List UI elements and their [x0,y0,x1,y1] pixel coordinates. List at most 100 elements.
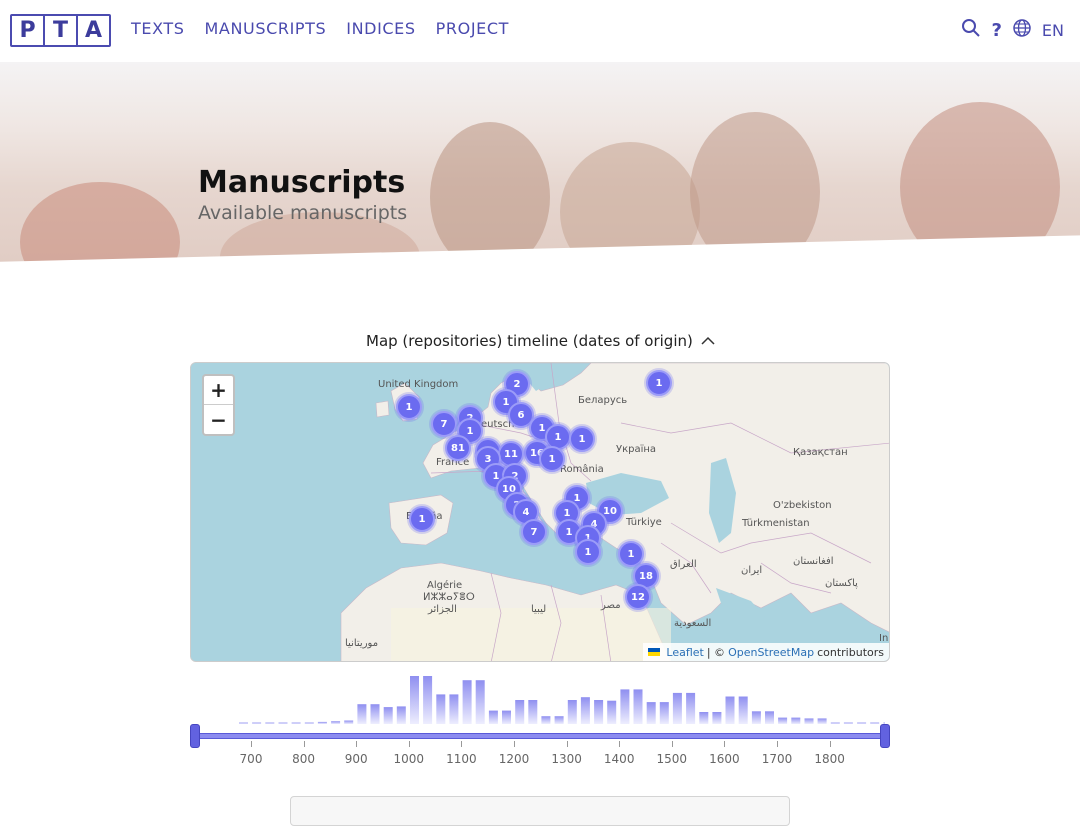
axis-tick-label: 1700 [761,752,793,766]
histogram-bar [396,706,406,724]
map-place-label: Türkmenistan [742,518,810,529]
header-tools: ? EN [961,18,1064,42]
globe-icon[interactable] [1012,18,1032,42]
axis-tick [777,741,778,747]
histogram-bar [304,722,314,724]
histogram-bar [646,702,656,724]
language-selector[interactable]: EN [1042,21,1064,40]
histogram-bar [541,716,551,724]
map-cluster-marker[interactable]: 81 [445,435,471,461]
help-button[interactable]: ? [991,20,1001,41]
top-header: P T A TEXTS MANUSCRIPTS INDICES PROJECT … [0,0,1080,62]
histogram-bar [620,689,630,724]
histogram-bar [580,697,590,724]
map-cluster-marker[interactable]: 1 [646,370,672,396]
timeline-histogram [239,676,885,724]
zoom-in-button[interactable]: + [204,376,233,405]
histogram-bar [751,711,761,724]
slider-track [195,733,885,739]
leaflet-link[interactable]: Leaflet [666,646,703,659]
histogram-bar [817,718,827,724]
histogram-bar [252,722,262,724]
histogram-bar [725,696,735,724]
attribution-separator: | © [706,645,726,659]
map-place-label: العراق [670,559,697,570]
histogram-bar [488,710,498,724]
map-place-label: الجزائر [428,604,457,615]
axis-tick-label: 1300 [551,752,582,766]
filter-box[interactable] [290,796,790,826]
map-cluster-marker[interactable]: 1 [569,426,595,452]
axis-tick [356,741,358,747]
axis-tick-label: 1100 [446,752,477,766]
histogram-bar [278,722,288,724]
nav-texts[interactable]: TEXTS [131,19,185,38]
histogram-bar [502,710,511,724]
map-cluster-marker[interactable]: 1 [575,539,601,565]
histogram-bar [331,721,341,724]
map-place-label: Қазақстан [793,447,848,458]
nav-manuscripts[interactable]: MANUSCRIPTS [205,19,327,38]
axis-tick-label: 1200 [498,752,530,766]
histogram-bar [594,700,604,724]
timeline-range-slider[interactable] [190,724,890,748]
osm-link[interactable]: OpenStreetMap [728,646,814,659]
axis-tick [303,741,305,747]
histogram-bar [239,722,248,724]
map-place-label: United Kingdom [378,379,459,390]
page-title: Manuscripts [198,165,406,200]
axis-tick-label: 1600 [709,752,740,766]
histogram-bar [870,722,880,724]
histogram-bar [672,692,682,724]
histogram-bar [410,676,419,724]
map-place-label: افغانستان [793,556,834,567]
map-place-label: Україна [616,444,657,455]
histogram-bar [462,680,472,724]
axis-tick [619,741,621,747]
timeline-axis: 700 800 900 1000 1100 1200 1300 1400 1500 1600 170… [195,741,885,771]
histogram-bar [357,704,367,724]
axis-tick-label: 700 [239,752,263,766]
zoom-out-button[interactable]: − [204,405,233,434]
map-cluster-marker[interactable]: 12 [625,584,651,610]
main-nav: TEXTS MANUSCRIPTS INDICES PROJECT [131,19,509,38]
map-place-label: پاکستان [825,578,858,589]
histogram-bar [804,718,814,724]
axis-tick-label: 1800 [814,752,845,766]
ukraine-flag-icon [648,648,661,656]
axis-tick [566,741,568,747]
histogram-bar [449,694,459,724]
map-cluster-marker[interactable]: 7 [431,411,457,437]
axis-tick-label: 900 [344,752,368,766]
histogram-bar [686,692,696,724]
histogram-bar [765,711,774,724]
axis-tick [461,741,463,747]
map-place-label: ⵍⵣⵣⴰⵢⴻⵔ [423,592,475,603]
histogram-bar [370,704,380,724]
map-place-label: O'zbekiston [773,500,832,511]
logo-letter-a: A [84,18,103,43]
axis-tick-label: 1500 [656,752,688,766]
repositories-map[interactable]: United Kingdom Беларусь eutschla France Укра… [190,362,890,662]
search-icon[interactable] [961,18,981,42]
map-place-label: ایران [741,565,763,576]
map-place-label: مصر [601,600,621,611]
axis-tick-label: 1400 [603,752,635,766]
map-cluster-marker[interactable]: 7 [521,519,547,545]
axis-tick-label: 800 [292,752,316,766]
histogram-bar [633,689,643,724]
map-cluster-marker[interactable]: 1 [539,446,565,472]
nav-project[interactable]: PROJECT [436,19,509,38]
timeline-toggle-label: Map (repositories) timeline (dates of or… [366,332,693,350]
pta-logo[interactable]: P T A [10,14,111,47]
histogram-bar [291,722,301,724]
histogram-bar [659,702,669,724]
nav-indices[interactable]: INDICES [346,19,415,38]
axis-tick [514,741,515,747]
map-cluster-marker[interactable]: 1 [409,506,435,532]
map-cluster-marker[interactable]: 1 [396,394,422,420]
axis-tick [724,741,726,747]
map-place-label: ليبيا [531,604,547,615]
timeline-toggle[interactable]: Map (repositories) timeline (dates of or… [366,332,715,350]
hero-banner: Manuscripts Available manuscripts [0,62,1080,290]
